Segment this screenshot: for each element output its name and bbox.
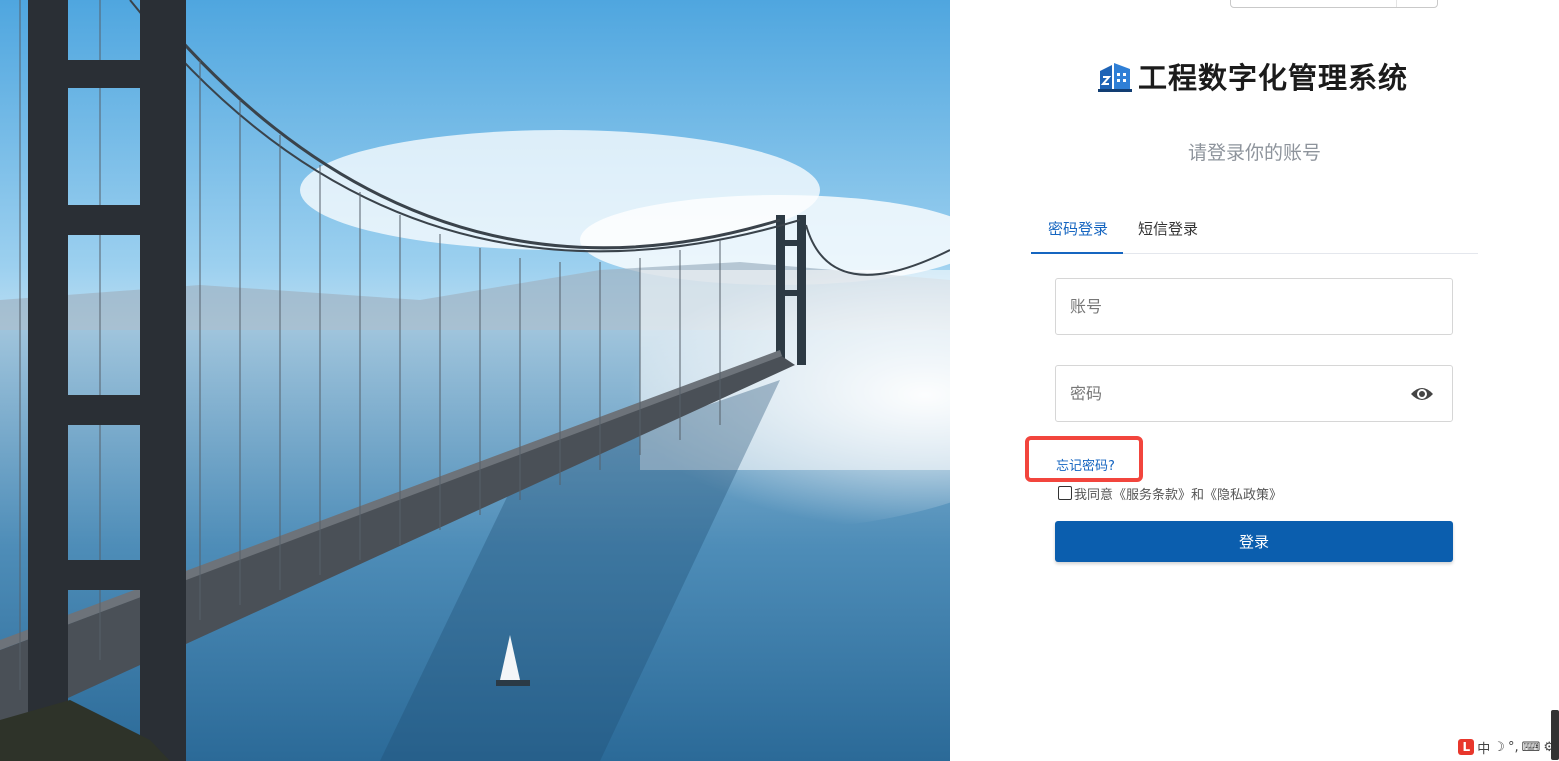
tab-sms-login[interactable]: 短信登录 (1138, 218, 1198, 239)
forgot-password-link[interactable]: 忘记密码? (1056, 455, 1115, 474)
tab-password-login[interactable]: 密码登录 (1048, 218, 1108, 239)
password-field (1055, 365, 1453, 422)
account-input[interactable] (1056, 279, 1452, 334)
punctuation-icon[interactable]: °, (1508, 740, 1519, 755)
login-panel: 工程数字化管理系统 请登录你的账号 密码登录 短信登录 忘记密码? 我同意《服务… (950, 0, 1559, 761)
ime-toolbar: L 中 ☽ °, ⌨ ⚙ (1458, 737, 1555, 757)
hero-image (0, 0, 950, 761)
building-logo-icon (1098, 63, 1132, 92)
app-title: 工程数字化管理系统 (1138, 61, 1409, 95)
login-subtitle: 请登录你的账号 (1187, 142, 1321, 164)
eye-icon[interactable] (1410, 384, 1434, 404)
select-divider (1396, 0, 1397, 7)
agreement-row: 我同意《服务条款》和《隐私政策》 (1058, 483, 1282, 503)
active-tab-indicator (1031, 252, 1123, 254)
keyboard-icon[interactable]: ⌨ (1522, 740, 1541, 755)
agreement-text[interactable]: 我同意《服务条款》和《隐私政策》 (1074, 484, 1282, 503)
password-input[interactable] (1056, 366, 1452, 421)
agreement-checkbox[interactable] (1058, 486, 1072, 500)
login-tabs: 密码登录 短信登录 (1031, 208, 1478, 254)
ime-logo-icon[interactable]: L (1458, 739, 1475, 755)
login-button[interactable]: 登录 (1055, 521, 1453, 562)
scrollbar-handle[interactable] (1551, 710, 1559, 760)
brand-header: 工程数字化管理系统 (1098, 56, 1408, 96)
language-select[interactable] (1230, 0, 1438, 8)
account-field (1055, 278, 1453, 335)
ime-mode-toggle[interactable]: 中 (1477, 738, 1490, 757)
moon-icon[interactable]: ☽ (1493, 740, 1505, 755)
